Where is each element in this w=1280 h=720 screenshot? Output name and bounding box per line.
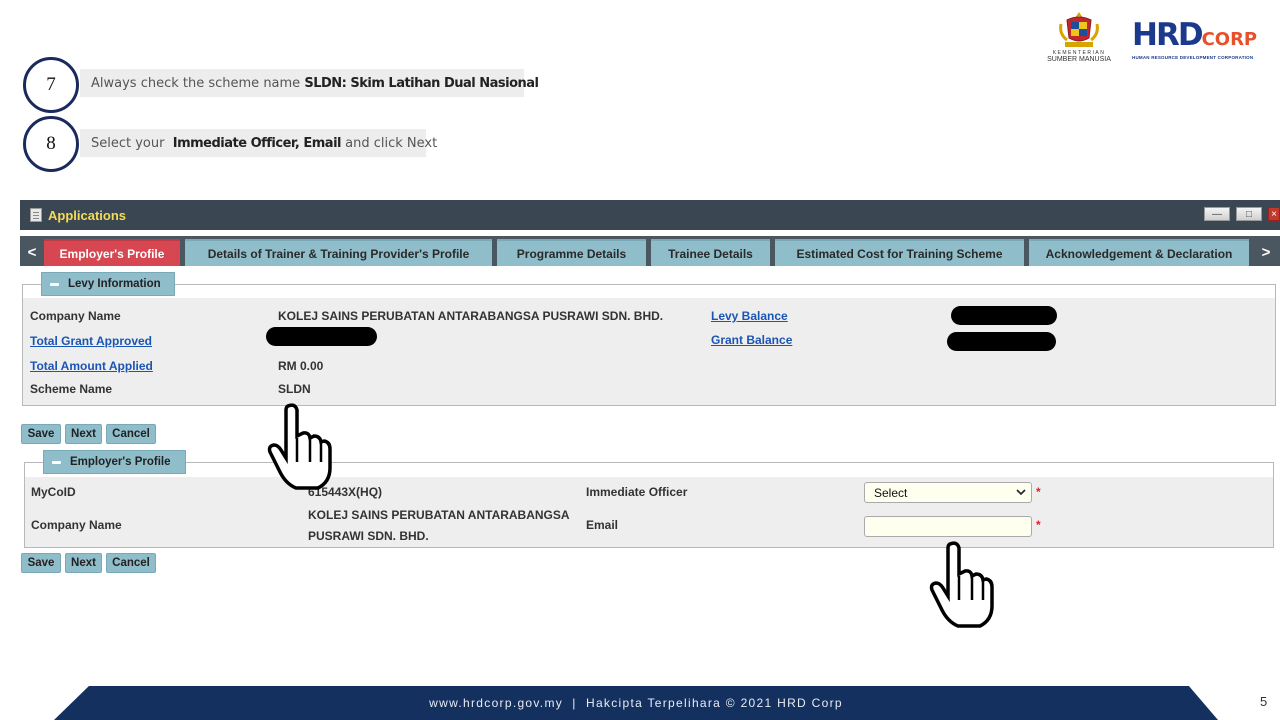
step-7-circle: 7: [23, 57, 79, 113]
total-amount-applied-link[interactable]: Total Amount Applied: [30, 359, 153, 373]
save-button[interactable]: Save: [21, 553, 61, 573]
step-8-circle: 8: [23, 116, 79, 172]
mycoid-label: MyCoID: [31, 485, 76, 499]
employer-company-name-label: Company Name: [31, 518, 122, 532]
scheme-name-label: Scheme Name: [30, 382, 113, 396]
next-button[interactable]: Next: [65, 424, 102, 444]
employer-company-name-line-2: PUSRAWI SDN. BHD.: [308, 529, 429, 543]
chevron-down-icon: [1016, 489, 1026, 496]
hrdcorp-logo: HRDCORP HUMAN RESOURCE DEVELOPMENT CORPO…: [1132, 18, 1268, 62]
email-label: Email: [586, 518, 619, 532]
tab-prev-arrow-icon[interactable]: <: [20, 239, 44, 266]
next-button[interactable]: Next: [65, 553, 102, 573]
step-8-text-pre: Select your: [91, 135, 173, 151]
footer-text: www.hrdcorp.gov.my | Hakcipta Terpelihar…: [429, 696, 843, 710]
step-7-text-bold: SLDN: Skim Latihan Dual Nasional: [304, 75, 539, 91]
total-grant-approved-link[interactable]: Total Grant Approved: [30, 334, 152, 348]
tab-trainee-details[interactable]: Trainee Details: [651, 239, 770, 266]
company-name-value: KOLEJ SAINS PERUBATAN ANTARABANGSA PUSRA…: [278, 309, 664, 323]
footer-band: www.hrdcorp.gov.my | Hakcipta Terpelihar…: [54, 686, 1218, 720]
applications-icon: [30, 208, 42, 222]
step-8-number: 8: [46, 133, 56, 154]
levy-balance-link[interactable]: Levy Balance: [711, 309, 788, 323]
crest-emblem-icon: [1059, 12, 1099, 47]
save-button[interactable]: Save: [21, 424, 61, 444]
collapse-icon: [52, 460, 61, 464]
cancel-button[interactable]: Cancel: [106, 424, 156, 444]
grant-balance-redacted: [947, 332, 1056, 351]
page-number: 5: [1260, 694, 1268, 709]
app-title: Applications: [48, 207, 127, 223]
tab-acknowledgement[interactable]: Acknowledgement & Declaration: [1029, 239, 1249, 266]
cancel-button[interactable]: Cancel: [106, 553, 156, 573]
levy-information-title: Levy Information: [68, 278, 161, 290]
tab-estimated-cost[interactable]: Estimated Cost for Training Scheme: [775, 239, 1024, 266]
hand-pointer-icon: [267, 403, 332, 490]
tab-bar: < Employer's Profile Details of Trainer …: [20, 236, 1280, 266]
app-titlebar: Applications — □ ×: [20, 200, 1280, 230]
total-amount-applied-value: RM 0.00: [278, 359, 324, 373]
step-7-text-pre: Always check the scheme name: [91, 75, 305, 91]
step-7-number: 7: [46, 74, 56, 95]
employer-profile-title: Employer's Profile: [70, 456, 171, 468]
grant-balance-link[interactable]: Grant Balance: [711, 333, 792, 347]
hrdcorp-mark: HRDCORP: [1132, 18, 1268, 57]
maximize-icon[interactable]: □: [1236, 207, 1262, 221]
tab-next-arrow-icon[interactable]: >: [1254, 239, 1278, 266]
window-controls: — □ ×: [1204, 207, 1280, 221]
immediate-officer-selected: Select: [874, 485, 908, 500]
close-icon[interactable]: ×: [1268, 207, 1280, 221]
levy-information-header[interactable]: Levy Information: [41, 272, 175, 296]
ministry-line-2: SUMBER MANUSIA: [1047, 56, 1111, 63]
hrd-text: HRD: [1132, 17, 1204, 53]
employer-company-name-line-1: KOLEJ SAINS PERUBATAN ANTARABANGSA: [308, 508, 570, 522]
minimize-icon[interactable]: —: [1204, 207, 1230, 221]
total-grant-redacted: [266, 327, 377, 346]
tab-programme-details[interactable]: Programme Details: [497, 239, 646, 266]
ministry-crest-logo: KEMENTERIAN SUMBER MANUSIA: [1040, 10, 1118, 66]
step-8-note: Select your Immediate Officer, Email and…: [80, 129, 437, 157]
tab-employers-profile[interactable]: Employer's Profile: [44, 239, 180, 266]
corp-text: CORP: [1201, 29, 1258, 50]
hrdcorp-tagline: HUMAN RESOURCE DEVELOPMENT CORPORATION: [1132, 55, 1254, 60]
step-8-text-post: and click Next: [341, 135, 438, 151]
immediate-officer-select[interactable]: Select: [864, 482, 1032, 503]
levy-balance-redacted: [951, 306, 1057, 325]
hand-pointer-icon: [929, 541, 994, 628]
company-name-label: Company Name: [30, 309, 121, 323]
tab-trainer-details[interactable]: Details of Trainer & Training Provider's…: [185, 239, 492, 266]
officer-required-mark: *: [1036, 485, 1041, 499]
email-required-mark: *: [1036, 518, 1041, 532]
email-field[interactable]: [864, 516, 1032, 537]
immediate-officer-label: Immediate Officer: [586, 485, 688, 499]
employer-profile-header[interactable]: Employer's Profile: [43, 450, 186, 474]
step-7-note: Always check the scheme name SLDN: Skim …: [80, 69, 539, 97]
step-8-text-bold: Immediate Officer, Email: [172, 135, 342, 151]
scheme-name-value: SLDN: [278, 382, 311, 396]
collapse-icon: [50, 282, 59, 286]
